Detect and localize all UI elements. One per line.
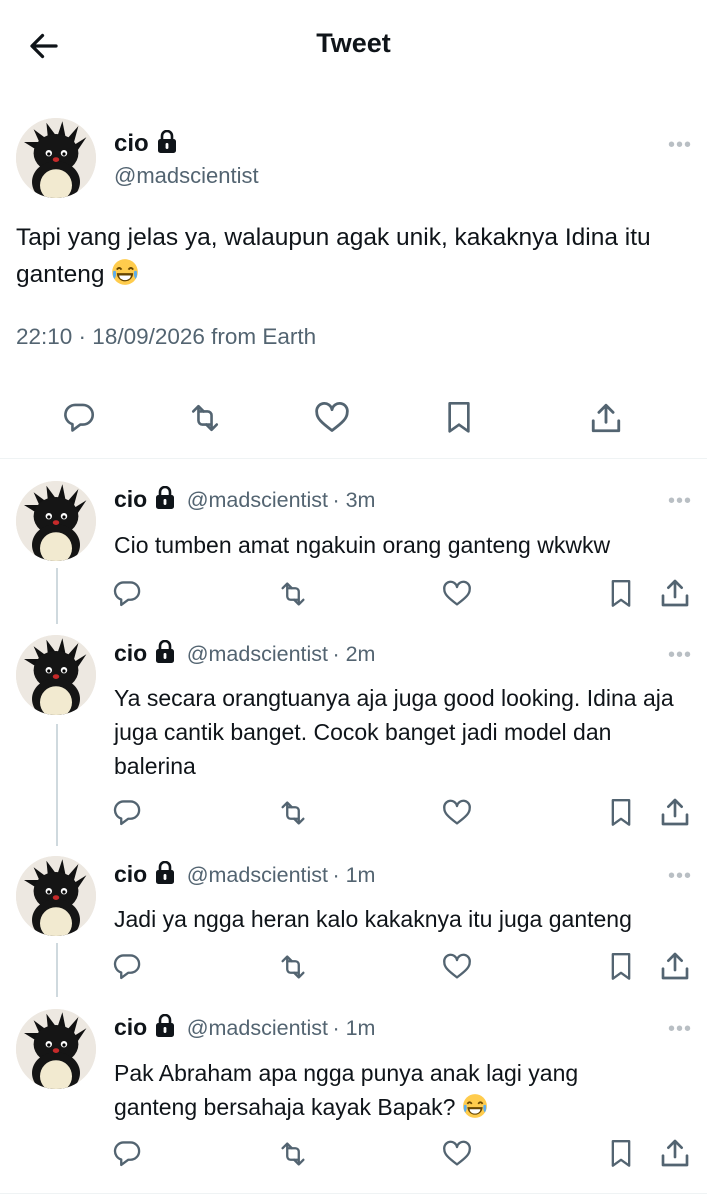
reply-header[interactable]: cio @madscientist · 1m bbox=[114, 860, 376, 890]
author-name-row[interactable]: cio bbox=[114, 129, 178, 159]
divider bbox=[0, 458, 707, 459]
share-icon[interactable] bbox=[659, 796, 691, 833]
tweet-text: Tapi yang jelas ya, walaupun agak unik, … bbox=[16, 219, 696, 297]
reply-text: Cio tumben amat ngakuin orang ganteng wk… bbox=[114, 532, 611, 558]
page-title: Tweet bbox=[316, 28, 391, 58]
reply-author-name[interactable]: cio bbox=[114, 1014, 147, 1040]
reply-time: · 1m bbox=[332, 863, 376, 887]
lock-icon bbox=[154, 639, 176, 669]
retweet-icon[interactable] bbox=[277, 798, 309, 833]
like-icon[interactable] bbox=[442, 953, 472, 986]
reply-time: · 2m bbox=[332, 642, 376, 666]
reply-header[interactable]: cio @madscientist · 3m bbox=[114, 485, 376, 515]
reply-header[interactable]: cio @madscientist · 2m bbox=[114, 639, 376, 669]
reply-handle[interactable]: @madscientist bbox=[187, 488, 328, 512]
bookmark-icon[interactable] bbox=[443, 400, 475, 441]
avatar[interactable] bbox=[16, 118, 96, 198]
reply-icon[interactable] bbox=[62, 401, 96, 440]
more-options-icon[interactable]: ••• bbox=[668, 490, 692, 513]
bookmark-icon[interactable] bbox=[607, 797, 635, 834]
thread-line bbox=[56, 724, 58, 846]
reply-header[interactable]: cio @madscientist · 1m bbox=[114, 1013, 376, 1043]
reply-icon[interactable] bbox=[112, 952, 142, 987]
lock-icon bbox=[156, 129, 178, 159]
reply-author-name[interactable]: cio bbox=[114, 861, 147, 887]
reply-body: Pak Abraham apa ngga punya anak lagi yan… bbox=[114, 1060, 579, 1120]
share-icon[interactable] bbox=[659, 1137, 691, 1174]
divider bbox=[0, 1193, 707, 1194]
more-options-icon[interactable]: ••• bbox=[668, 1018, 692, 1041]
author-handle[interactable]: @madscientist bbox=[114, 163, 259, 189]
reply-handle[interactable]: @madscientist bbox=[187, 642, 328, 666]
retweet-icon[interactable] bbox=[277, 952, 309, 987]
more-options-icon[interactable]: ••• bbox=[668, 134, 692, 157]
like-icon[interactable] bbox=[442, 580, 472, 613]
reply-icon[interactable] bbox=[112, 798, 142, 833]
reply-time: · 3m bbox=[332, 488, 376, 512]
avatar[interactable] bbox=[16, 1009, 96, 1089]
avatar[interactable] bbox=[16, 856, 96, 936]
retweet-icon[interactable] bbox=[277, 579, 309, 614]
avatar[interactable] bbox=[16, 635, 96, 715]
reply-author-name[interactable]: cio bbox=[114, 486, 147, 512]
lock-icon bbox=[154, 860, 176, 890]
like-icon[interactable] bbox=[442, 799, 472, 832]
more-options-icon[interactable]: ••• bbox=[668, 865, 692, 888]
reply-icon[interactable] bbox=[112, 579, 142, 614]
reply-handle[interactable]: @madscientist bbox=[187, 863, 328, 887]
reply-text: Jadi ya ngga heran kalo kakaknya itu jug… bbox=[114, 906, 632, 932]
laughing-emoji-icon bbox=[462, 1093, 488, 1128]
bookmark-icon[interactable] bbox=[607, 951, 635, 988]
bookmark-icon[interactable] bbox=[607, 578, 635, 615]
lock-icon bbox=[154, 485, 176, 515]
thread-line bbox=[56, 943, 58, 997]
reply-icon[interactable] bbox=[112, 1139, 142, 1174]
share-icon[interactable] bbox=[659, 950, 691, 987]
thread-line bbox=[56, 568, 58, 624]
like-icon[interactable] bbox=[442, 1140, 472, 1173]
lock-icon bbox=[154, 1013, 176, 1043]
retweet-icon[interactable] bbox=[277, 1139, 309, 1174]
share-icon[interactable] bbox=[589, 400, 623, 441]
more-options-icon[interactable]: ••• bbox=[668, 644, 692, 667]
bookmark-icon[interactable] bbox=[607, 1138, 635, 1175]
author-name[interactable]: cio bbox=[114, 130, 149, 157]
tweet-timestamp[interactable]: 22:10 · 18/09/2026 from Earth bbox=[16, 324, 316, 350]
reply-time: · 1m bbox=[332, 1016, 376, 1040]
reply-text: Pak Abraham apa ngga punya anak lagi yan… bbox=[114, 1056, 644, 1128]
reply-text: Ya secara orangtuanya aja juga good look… bbox=[114, 685, 674, 779]
like-icon[interactable] bbox=[314, 401, 350, 440]
share-icon[interactable] bbox=[659, 577, 691, 614]
avatar[interactable] bbox=[16, 481, 96, 561]
reply-author-name[interactable]: cio bbox=[114, 640, 147, 666]
retweet-icon[interactable] bbox=[187, 401, 223, 440]
reply-handle[interactable]: @madscientist bbox=[187, 1016, 328, 1040]
laughing-emoji-icon bbox=[111, 258, 140, 297]
